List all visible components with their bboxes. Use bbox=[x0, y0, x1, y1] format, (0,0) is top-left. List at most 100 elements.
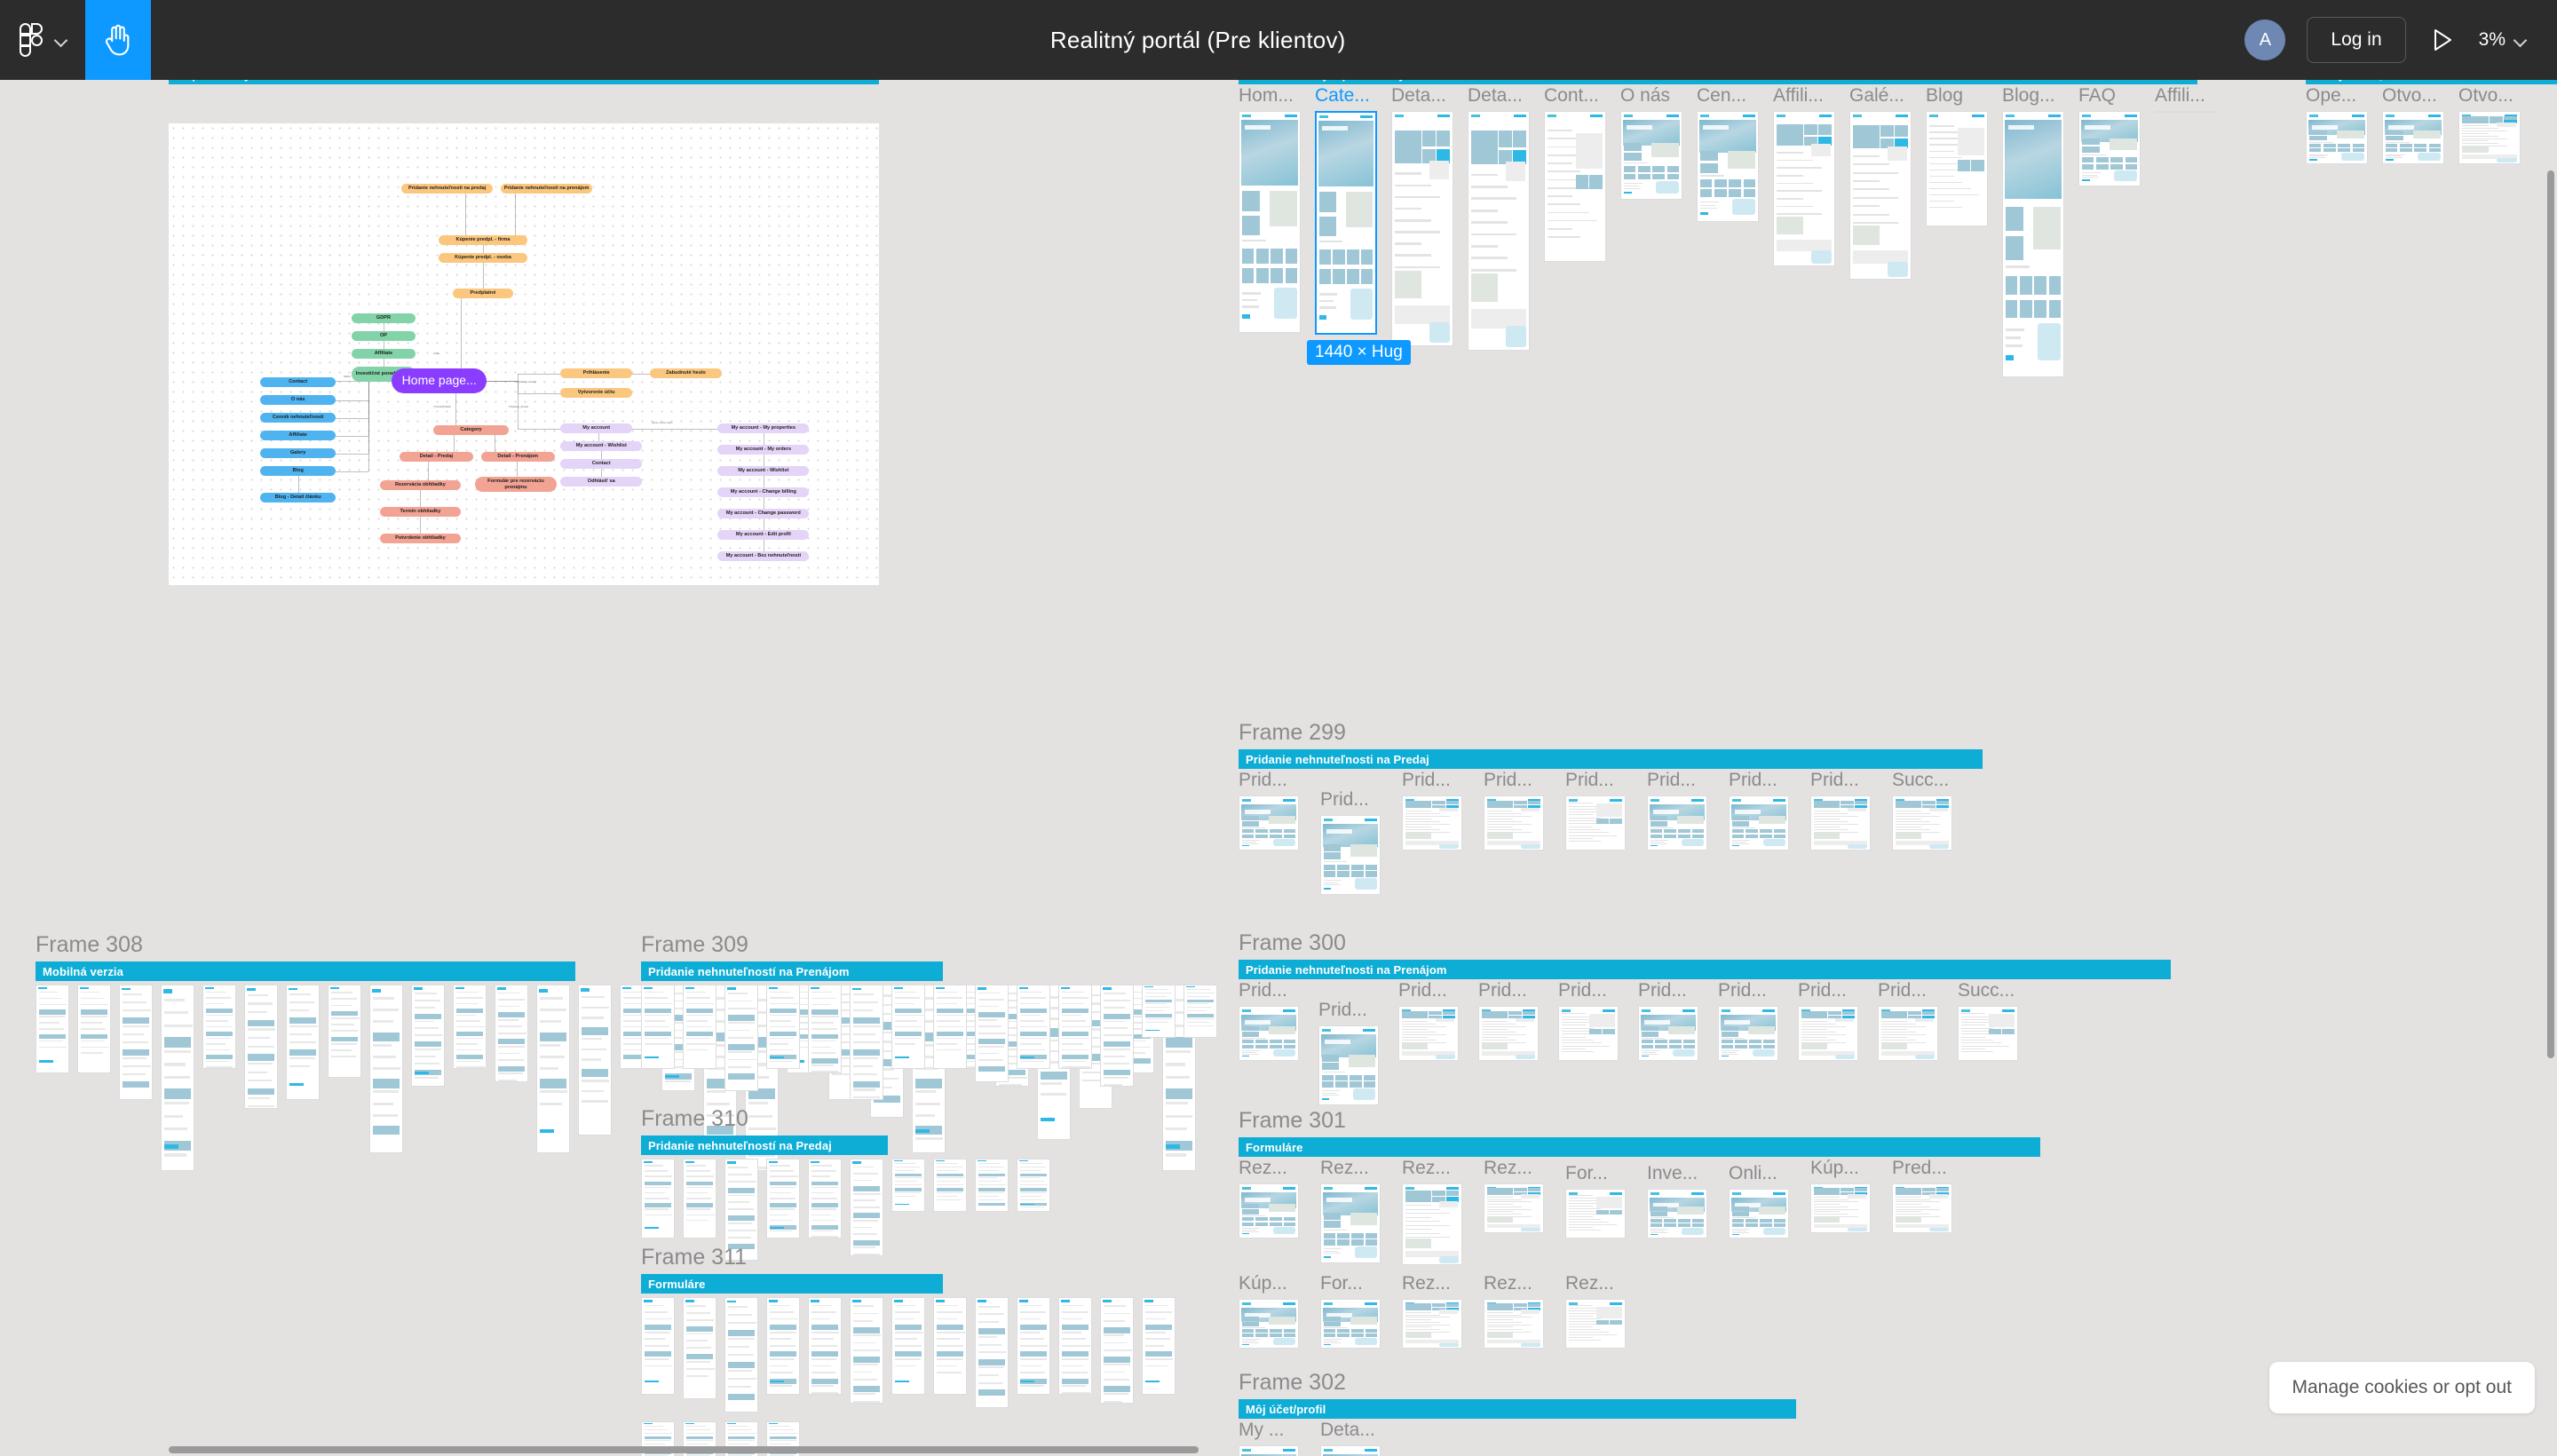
child-frame[interactable]: Prid... bbox=[1239, 771, 1299, 851]
frame-300-title[interactable]: Frame 300 bbox=[1239, 932, 2171, 954]
horizontal-scrollbar-thumb[interactable] bbox=[169, 1446, 1199, 1453]
login-button[interactable]: Log in bbox=[2307, 17, 2406, 63]
mobile-frame-thumbnail[interactable] bbox=[1058, 985, 1092, 1069]
child-frame-label[interactable]: Prid... bbox=[1402, 771, 1462, 792]
child-frame-label[interactable]: Prid... bbox=[1729, 771, 1789, 792]
frame-thumbnail[interactable] bbox=[1878, 1006, 1938, 1061]
sitemap-node-maout[interactable]: Odhlásiť sa bbox=[560, 477, 643, 487]
child-frame[interactable]: Cate... bbox=[1315, 86, 1377, 335]
sitemap-node-r2[interactable]: My account - My orders bbox=[717, 445, 810, 455]
child-frame-label[interactable]: My ... bbox=[1239, 1420, 1299, 1442]
child-frame-label[interactable]: Prid... bbox=[1318, 1001, 1379, 1022]
frame-thumbnail[interactable] bbox=[1484, 1183, 1544, 1233]
child-frame-label[interactable]: Galé... bbox=[1849, 86, 1912, 107]
frame-thumbnail[interactable] bbox=[1729, 795, 1789, 851]
child-frame[interactable]: Ope... bbox=[2306, 86, 2368, 164]
child-frame-label[interactable]: Prid... bbox=[1478, 981, 1539, 1002]
sitemap-node-galery[interactable]: Galery bbox=[260, 448, 336, 458]
child-frame-label[interactable]: Prid... bbox=[1558, 981, 1619, 1002]
frame-thumbnail[interactable] bbox=[1558, 1006, 1619, 1061]
mobile-frame-thumbnail[interactable] bbox=[766, 985, 800, 1069]
mobile-frame-thumbnail[interactable] bbox=[766, 1297, 800, 1395]
mobile-frame-thumbnail[interactable] bbox=[244, 985, 278, 1109]
mobile-frame-thumbnail[interactable] bbox=[1184, 985, 1217, 1038]
mobile-frame-thumbnail[interactable] bbox=[1058, 1297, 1092, 1395]
child-frame[interactable]: Succ... bbox=[1892, 771, 1952, 851]
frame-thumbnail[interactable] bbox=[1239, 1006, 1299, 1061]
frame-thumbnail[interactable] bbox=[2078, 111, 2141, 186]
sitemap-node-rezerv[interactable]: Rezervácia obhliadky bbox=[379, 480, 462, 490]
frame-thumbnail[interactable] bbox=[1729, 1189, 1789, 1238]
child-frame[interactable]: Prid... bbox=[1398, 981, 1459, 1061]
mobile-frame-thumbnail[interactable] bbox=[683, 1297, 716, 1399]
mobile-frame-thumbnail[interactable] bbox=[850, 985, 883, 1100]
mobile-frame-thumbnail[interactable] bbox=[36, 985, 69, 1073]
frame-thumbnail[interactable] bbox=[1565, 795, 1626, 851]
sitemap-node-cennik[interactable]: Cenník nehnuteľností bbox=[260, 413, 336, 423]
frame-thumbnail[interactable] bbox=[1849, 111, 1912, 280]
frame-309-title[interactable]: Frame 309 bbox=[641, 934, 1217, 956]
mobile-frame-thumbnail[interactable] bbox=[933, 1159, 967, 1212]
child-frame-label[interactable]: Succ... bbox=[1892, 771, 1952, 792]
frame-300[interactable]: Frame 300 Pridanie nehnuteľnosti na Pren… bbox=[1239, 932, 2171, 1105]
child-frame[interactable]: Galé... bbox=[1849, 86, 1912, 280]
child-frame-label[interactable]: Cen... bbox=[1697, 86, 1759, 107]
mobile-frame-thumbnail[interactable] bbox=[975, 1297, 1009, 1408]
mobile-frame-thumbnail[interactable] bbox=[119, 985, 153, 1100]
child-frame-label[interactable]: Prid... bbox=[1798, 981, 1858, 1002]
frame-304[interactable]: Frame 304 Hlavné stránky a podstránky Ho… bbox=[1239, 80, 2217, 377]
frame-thumbnail[interactable] bbox=[1926, 111, 1988, 226]
mobile-frame-thumbnail[interactable] bbox=[1100, 1297, 1134, 1404]
child-frame[interactable]: Inve... bbox=[1647, 1164, 1707, 1238]
sitemap-node-r5[interactable]: My account - Change password bbox=[717, 509, 810, 518]
frame-thumbnail[interactable] bbox=[1798, 1006, 1858, 1061]
sitemap-node-myacc[interactable]: My account bbox=[560, 423, 632, 433]
frame-thumbnail[interactable] bbox=[1697, 111, 1759, 222]
frame-305[interactable]: Frame 305 Prvky menu, okná a iné Ope...O… bbox=[2306, 80, 2557, 164]
mobile-frame-thumbnail[interactable] bbox=[850, 1297, 883, 1404]
sitemap-node-home[interactable]: Home page... bbox=[391, 368, 487, 393]
child-frame-label[interactable]: Blog bbox=[1926, 86, 1988, 107]
child-frame-label[interactable]: Rez... bbox=[1565, 1274, 1626, 1295]
frame-thumbnail[interactable] bbox=[1810, 1183, 1871, 1233]
horizontal-scrollbar[interactable] bbox=[0, 1444, 2557, 1456]
frame-306[interactable]: Frame 306 Mapa stránky GDPROPAffiliateIn… bbox=[169, 80, 879, 585]
sitemap-node-contact[interactable]: Contact bbox=[260, 377, 336, 387]
child-frame[interactable]: Rez... bbox=[1484, 1274, 1544, 1349]
sitemap-node-prihl[interactable]: Prihlásenie bbox=[560, 368, 632, 378]
zoom-control[interactable]: 3% bbox=[2479, 29, 2527, 51]
child-frame[interactable]: Pred... bbox=[1892, 1159, 1952, 1233]
frame-299[interactable]: Frame 299 Pridanie nehnuteľnosti na Pred… bbox=[1239, 722, 1983, 895]
sitemap-node-addsale[interactable]: Pridanie nehnuteľnosti na predaj bbox=[401, 184, 494, 194]
child-frame[interactable]: For... bbox=[1565, 1164, 1626, 1238]
sitemap-node-zabud[interactable]: Zabudnuté heslo bbox=[650, 368, 722, 378]
frame-thumbnail[interactable] bbox=[1544, 111, 1606, 262]
sitemap-node-terinfo[interactable]: Termín obhliadky bbox=[379, 507, 462, 517]
mobile-frame-thumbnail[interactable] bbox=[724, 985, 758, 1091]
child-frame-label[interactable]: Prid... bbox=[1484, 771, 1544, 792]
frame-thumbnail[interactable] bbox=[1239, 111, 1301, 333]
frame-309-children[interactable] bbox=[641, 985, 1217, 1100]
child-frame[interactable]: Prid... bbox=[1320, 790, 1381, 895]
child-frame-label[interactable]: Kúp... bbox=[1239, 1274, 1299, 1295]
frame-304-children[interactable]: Hom... Cate... Deta... Deta... Cont... O nás C… bbox=[1239, 86, 2217, 377]
sitemap-node-potvrd[interactable]: Potvrdenie obhliadky bbox=[379, 534, 462, 543]
frame-thumbnail[interactable] bbox=[2155, 111, 2217, 113]
vertical-scrollbar[interactable] bbox=[2545, 165, 2557, 1452]
frame-thumbnail[interactable] bbox=[1620, 111, 1682, 200]
child-frame[interactable]: Rez... bbox=[1402, 1274, 1462, 1349]
frame-thumbnail[interactable] bbox=[1958, 1006, 2018, 1061]
mobile-frame-thumbnail[interactable] bbox=[975, 985, 1009, 1082]
child-frame[interactable]: Blog bbox=[1926, 86, 1988, 226]
sitemap-node-blogdet[interactable]: Blog - Detail článku bbox=[260, 493, 336, 502]
chevron-down-icon[interactable] bbox=[55, 34, 67, 46]
frame-311[interactable]: Frame 311 Formuláre bbox=[641, 1246, 1176, 1456]
sitemap-node-r3[interactable]: My account - Wishlist bbox=[717, 466, 810, 476]
child-frame[interactable]: Prid... bbox=[1478, 981, 1539, 1061]
mobile-frame-thumbnail[interactable] bbox=[536, 985, 570, 1153]
sitemap-node-macont[interactable]: Contact bbox=[560, 459, 643, 469]
sitemap-node-addrent[interactable]: Pridanie nehnuteľnosti na prenájom bbox=[501, 184, 593, 194]
child-frame[interactable]: Prid... bbox=[1810, 771, 1871, 851]
sitemap-node-onas[interactable]: O nás bbox=[260, 395, 336, 405]
sitemap-node-mawish[interactable]: My account - Wishlist bbox=[560, 441, 643, 451]
